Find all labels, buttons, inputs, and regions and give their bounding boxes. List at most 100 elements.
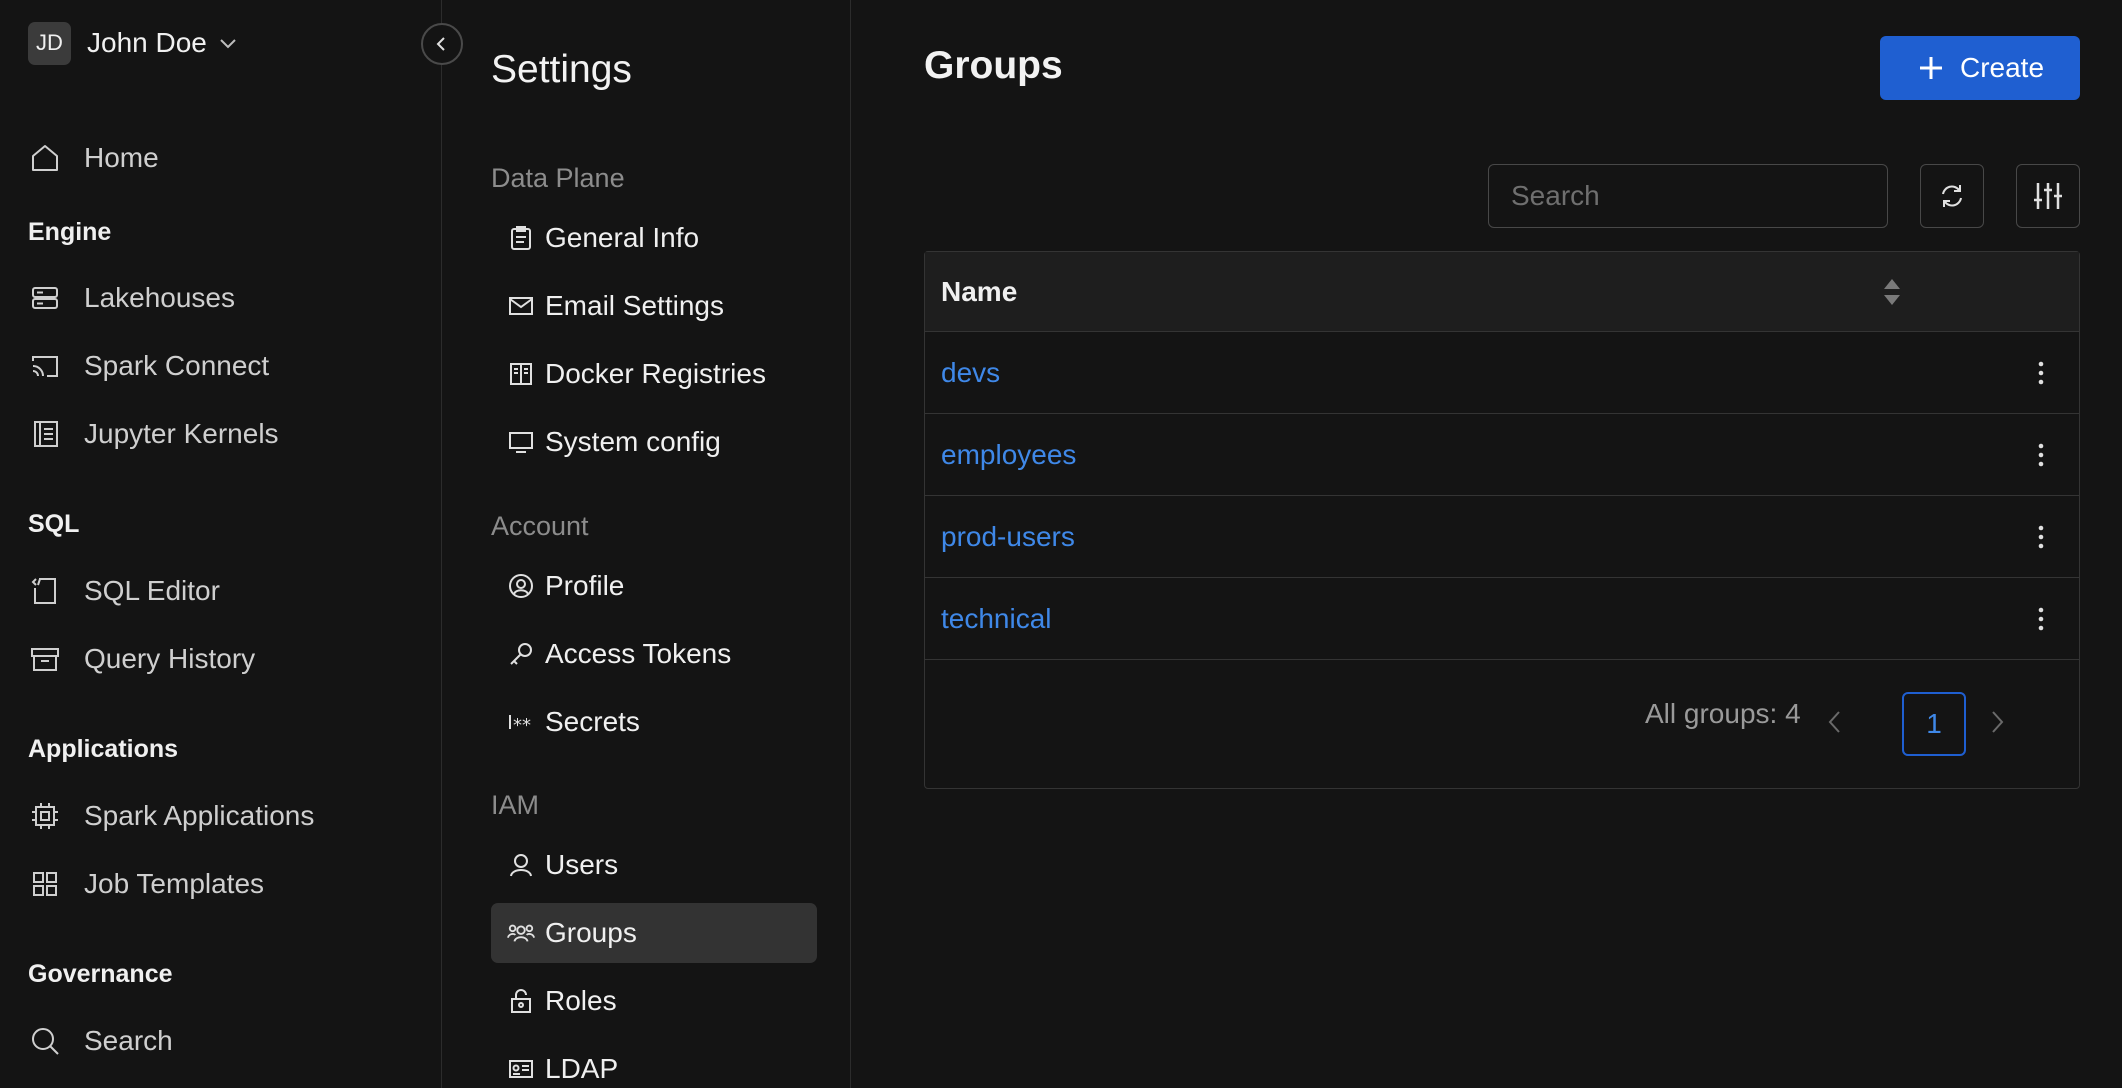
- user-menu[interactable]: JD John Doe: [28, 21, 239, 65]
- settings-item-profile[interactable]: Profile: [491, 556, 817, 616]
- sidebar-item-label: Job Templates: [84, 868, 265, 899]
- group-link[interactable]: technical: [941, 603, 1052, 635]
- settings-group-data-plane: Data Plane: [491, 163, 625, 193]
- sidebar-item-spark-connect[interactable]: Spark Connect: [28, 341, 418, 391]
- collapse-sidebar-button[interactable]: [421, 23, 463, 65]
- settings-item-label: Groups: [545, 917, 637, 948]
- archive-icon: [28, 642, 62, 676]
- page-title: Groups: [924, 44, 1063, 87]
- settings-group-iam: IAM: [491, 790, 540, 820]
- sidebar-item-label: Search: [84, 1025, 173, 1056]
- plus-icon: [1919, 57, 1942, 79]
- cast-icon: [28, 349, 62, 383]
- settings-item-secrets[interactable]: ** Secrets: [491, 692, 817, 752]
- refresh-icon: [1942, 185, 1962, 207]
- group-link[interactable]: devs: [941, 357, 1000, 389]
- settings-item-label: Secrets: [545, 706, 640, 737]
- settings-item-docker-registries[interactable]: Docker Registries: [491, 344, 817, 404]
- svg-text:**: **: [513, 715, 531, 735]
- sidebar-item-label: Spark Connect: [84, 350, 270, 381]
- more-vertical-icon[interactable]: [2033, 438, 2049, 472]
- pagination-total: All groups: 4: [1645, 698, 1801, 729]
- sidebar-item-label: Query History: [84, 643, 256, 674]
- create-button[interactable]: Create: [1880, 36, 2080, 100]
- sidebar-item-jupyter-kernels[interactable]: Jupyter Kernels: [28, 409, 418, 459]
- settings-item-groups[interactable]: Groups: [491, 903, 817, 963]
- monitor-icon: [507, 428, 535, 456]
- settings-item-email-settings[interactable]: Email Settings: [491, 276, 817, 336]
- sidebar-item-sql-editor[interactable]: SQL Editor: [28, 566, 418, 616]
- sidebar-section-applications: Applications: [28, 735, 179, 763]
- settings-item-roles[interactable]: Roles: [491, 971, 817, 1031]
- more-vertical-icon[interactable]: [2033, 602, 2049, 636]
- book-icon: [507, 360, 535, 388]
- home-icon: [28, 141, 62, 175]
- settings-title: Settings: [491, 48, 632, 91]
- settings-nav: Settings Data Plane General Info Email S…: [443, 0, 851, 1088]
- refresh-button[interactable]: [1920, 164, 1984, 228]
- id-card-icon: [507, 1055, 535, 1083]
- user-name: John Doe: [87, 27, 207, 58]
- main-content: Groups Create Name devs employees: [852, 0, 2122, 1088]
- sliders-icon: [2034, 183, 2062, 209]
- column-header-name: Name: [941, 275, 1018, 307]
- sidebar-item-search[interactable]: Search: [28, 1016, 418, 1066]
- settings-item-access-tokens[interactable]: Access Tokens: [491, 624, 817, 684]
- groups-table: Name devs employees prod-users technical…: [924, 251, 2080, 789]
- sidebar-section-sql: SQL: [28, 510, 80, 538]
- search-input[interactable]: [1488, 164, 1888, 228]
- table-row: technical: [925, 578, 2079, 660]
- settings-item-label: General Info: [545, 222, 700, 253]
- users-group-icon: [507, 919, 535, 947]
- chevron-down-icon: [220, 39, 236, 49]
- settings-item-users[interactable]: Users: [491, 835, 817, 895]
- sidebar-item-label: Lakehouses: [84, 282, 236, 313]
- table-row: prod-users: [925, 496, 2079, 578]
- server-icon: [28, 281, 62, 315]
- chevron-left-icon: [436, 37, 445, 51]
- code-file-icon: [28, 574, 62, 608]
- sidebar-item-label: Spark Applications: [84, 800, 315, 831]
- group-link[interactable]: employees: [941, 439, 1076, 471]
- table-row: devs: [925, 332, 2079, 414]
- sidebar-section-engine: Engine: [28, 218, 112, 246]
- lock-icon: [507, 987, 535, 1015]
- pagination: All groups: 4 1: [925, 660, 2081, 788]
- sort-icon[interactable]: [1881, 277, 1903, 307]
- chevron-right-icon[interactable]: [1987, 708, 2007, 736]
- clipboard-icon: [507, 224, 535, 252]
- sidebar-item-query-history[interactable]: Query History: [28, 634, 418, 684]
- table-row: employees: [925, 414, 2079, 496]
- settings-item-label: Email Settings: [545, 290, 724, 321]
- settings-item-label: Docker Registries: [545, 358, 766, 389]
- settings-item-label: LDAP: [545, 1053, 619, 1084]
- sidebar-item-spark-applications[interactable]: Spark Applications: [28, 791, 418, 841]
- chevron-left-icon[interactable]: [1825, 708, 1845, 736]
- grid-icon: [28, 867, 62, 901]
- settings-item-ldap[interactable]: LDAP: [491, 1039, 817, 1088]
- sidebar-item-label: Home: [84, 142, 159, 173]
- more-vertical-icon[interactable]: [2033, 520, 2049, 554]
- group-link[interactable]: prod-users: [941, 521, 1075, 553]
- sidebar-item-lakehouses[interactable]: Lakehouses: [28, 273, 418, 323]
- more-vertical-icon[interactable]: [2033, 356, 2049, 390]
- settings-item-label: Roles: [545, 985, 617, 1016]
- main-sidebar: JD John Doe Home Engine Lakehouses Spark…: [0, 0, 442, 1088]
- key-icon: [507, 640, 535, 668]
- settings-item-system-config[interactable]: System config: [491, 412, 817, 472]
- page-button[interactable]: 1: [1902, 692, 1966, 756]
- sidebar-item-home[interactable]: Home: [28, 133, 418, 183]
- search-icon: [28, 1024, 62, 1058]
- user-icon: [507, 851, 535, 879]
- sidebar-item-job-templates[interactable]: Job Templates: [28, 859, 418, 909]
- settings-item-label: Users: [545, 849, 619, 880]
- cpu-icon: [28, 799, 62, 833]
- settings-item-label: Profile: [545, 570, 625, 601]
- table-header: Name: [925, 252, 2079, 332]
- sidebar-item-label: Jupyter Kernels: [84, 418, 279, 449]
- settings-item-label: Access Tokens: [545, 638, 732, 669]
- settings-item-general-info[interactable]: General Info: [491, 208, 817, 268]
- user-circle-icon: [507, 572, 535, 600]
- column-settings-button[interactable]: [2016, 164, 2080, 228]
- sidebar-item-label: SQL Editor: [84, 575, 220, 606]
